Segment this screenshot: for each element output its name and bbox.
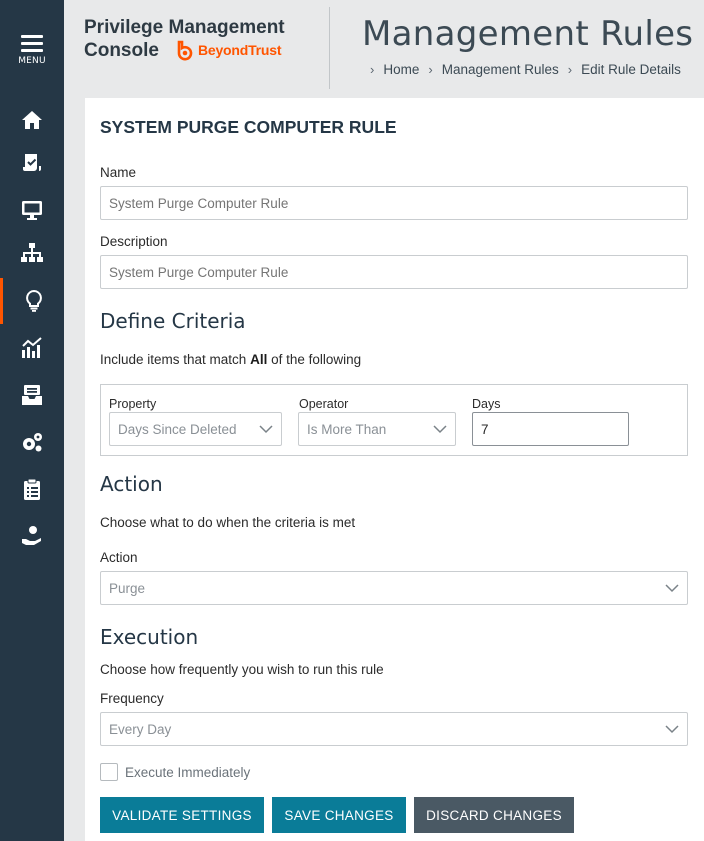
nav-item-policies[interactable] [0, 140, 64, 186]
discard-changes-button[interactable]: DISCARD CHANGES [414, 797, 574, 833]
validate-settings-button[interactable]: VALIDATE SETTINGS [100, 797, 264, 833]
operator-select[interactable]: Is More Than [298, 412, 456, 446]
menu-label: MENU [18, 56, 46, 66]
beyondtrust-logo-icon [177, 40, 193, 60]
menu-button[interactable]: MENU [0, 22, 64, 72]
chevron-down-icon [665, 725, 679, 734]
breadcrumb-home[interactable]: Home [383, 62, 419, 77]
criteria-intro-match-mode: All [250, 352, 268, 367]
brand-line-1: Privilege Management [84, 17, 285, 38]
brand-line-2: Console [84, 40, 159, 61]
nav-item-users[interactable] [0, 513, 64, 559]
criteria-box: Property Days Since Deleted Operator Is … [100, 384, 688, 456]
frequency-value: Every Day [109, 721, 172, 737]
days-label: Days [472, 397, 501, 411]
nav-item-analytics[interactable] [0, 325, 64, 371]
hamburger-icon [21, 35, 43, 52]
chevron-right-icon: › [567, 62, 573, 77]
define-criteria-title: Define Criteria [100, 309, 246, 333]
header: Privilege Management Console BeyondTrust… [64, 0, 704, 98]
operator-value: Is More Than [307, 421, 387, 437]
frequency-label: Frequency [100, 691, 164, 706]
action-intro: Choose what to do when the criteria is m… [100, 515, 356, 530]
brand-title: Privilege Management Console BeyondTrust [84, 16, 285, 62]
home-icon [22, 111, 42, 129]
action-value: Purge [109, 580, 146, 596]
rule-form-panel: SYSTEM PURGE COMPUTER RULE Name Descript… [85, 98, 704, 841]
analytics-icon [22, 337, 42, 358]
chevron-down-icon [433, 425, 447, 434]
logo-text: BeyondTrust [197, 42, 282, 58]
breadcrumb-edit-rule-details: Edit Rule Details [581, 62, 681, 77]
user-hand-icon [22, 526, 41, 545]
policy-checklist-icon [23, 154, 41, 171]
execution-section-title: Execution [100, 625, 199, 649]
nav-item-computers[interactable] [0, 187, 64, 233]
header-divider [329, 7, 330, 89]
action-label: Action [100, 550, 138, 565]
criteria-intro-suffix: of the following [267, 352, 362, 367]
property-label: Property [109, 397, 157, 411]
chevron-down-icon [665, 584, 679, 593]
property-value: Days Since Deleted [118, 421, 237, 437]
nav-item-home[interactable] [0, 97, 64, 143]
page-title: Management Rules [362, 14, 694, 54]
groups-hierarchy-icon [21, 243, 43, 262]
execution-intro: Choose how frequently you wish to run th… [100, 662, 384, 677]
lightbulb-icon [25, 289, 42, 312]
action-section-title: Action [100, 472, 163, 496]
execute-immediately-row[interactable]: Execute Immediately [100, 763, 250, 781]
description-label: Description [100, 234, 168, 249]
gears-icon [23, 433, 42, 452]
days-input[interactable] [472, 412, 629, 446]
breadcrumb: › Home › Management Rules › Edit Rule De… [370, 62, 690, 77]
criteria-intro-prefix: Include items that match [100, 352, 251, 367]
beyondtrust-logo: BeyondTrust [175, 39, 282, 62]
nav-item-inbox[interactable] [0, 372, 64, 418]
execute-immediately-label: Execute Immediately [125, 764, 251, 780]
property-select[interactable]: Days Since Deleted [109, 412, 282, 446]
frequency-select[interactable]: Every Day [100, 712, 688, 746]
nav-item-tasks[interactable] [0, 466, 64, 512]
nav-item-settings[interactable] [0, 419, 64, 465]
execute-immediately-checkbox[interactable] [100, 763, 118, 781]
operator-label: Operator [299, 397, 349, 411]
description-input[interactable] [100, 255, 688, 289]
inbox-tray-icon [22, 385, 42, 405]
nav-item-rules[interactable] [0, 278, 64, 324]
computer-icon [22, 201, 42, 220]
breadcrumb-management-rules[interactable]: Management Rules [442, 62, 559, 77]
save-changes-button[interactable]: SAVE CHANGES [272, 797, 406, 833]
rule-title: SYSTEM PURGE COMPUTER RULE [100, 117, 397, 137]
chevron-right-icon: › [428, 62, 433, 77]
chevron-right-icon: › [370, 62, 375, 77]
action-select[interactable]: Purge [100, 571, 688, 605]
name-input[interactable] [100, 186, 688, 220]
clipboard-icon [24, 478, 40, 500]
criteria-intro: Include items that match All of the foll… [100, 352, 361, 367]
name-label: Name [100, 165, 137, 180]
nav-item-groups[interactable] [0, 230, 64, 276]
chevron-down-icon [259, 425, 273, 434]
sidebar: MENU [0, 0, 64, 841]
